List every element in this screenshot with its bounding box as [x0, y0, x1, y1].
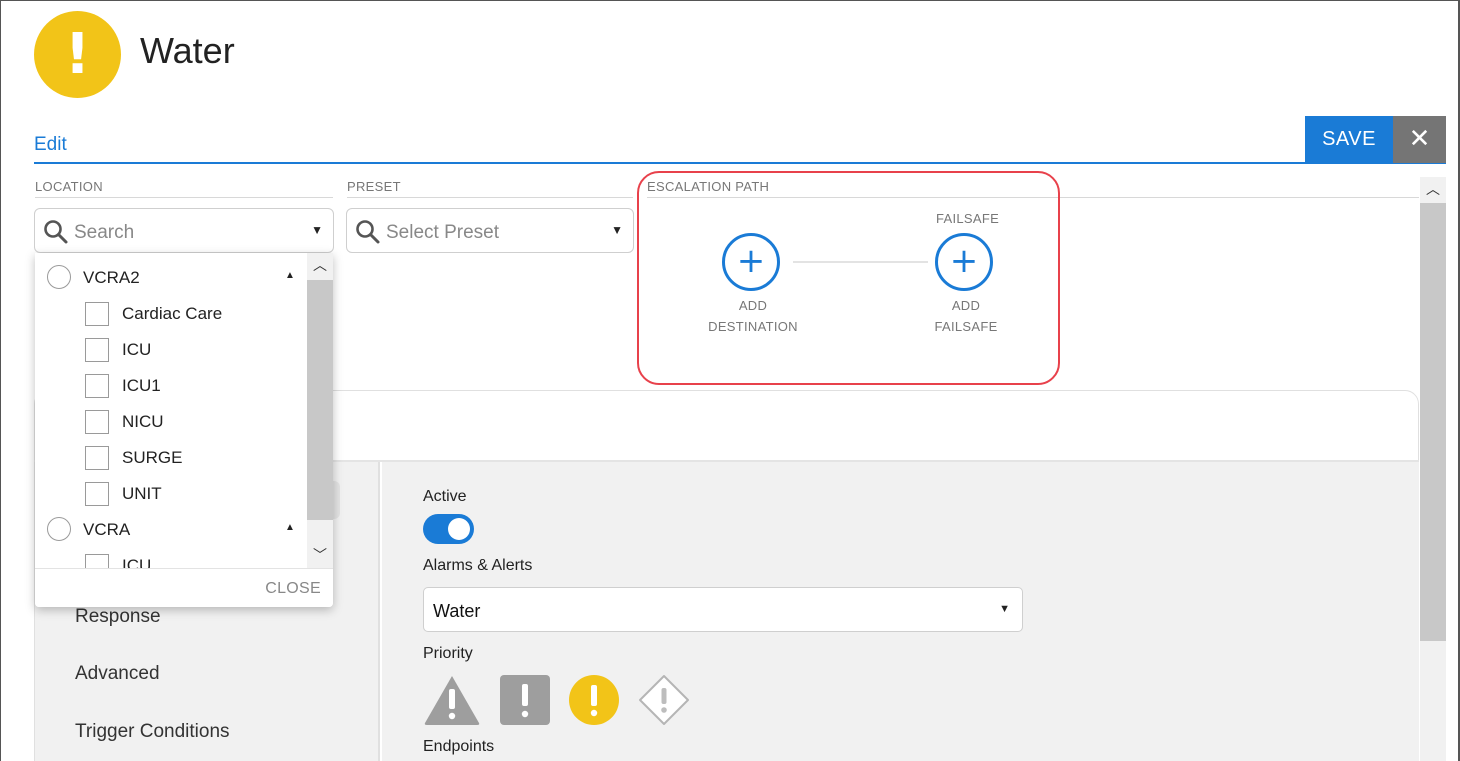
active-label: Active — [423, 488, 467, 505]
page-scrollbar[interactable]: ︿ — [1420, 177, 1446, 761]
location-item-label: ICU1 — [122, 376, 161, 395]
location-checkbox[interactable] — [85, 410, 109, 434]
dropdown-scrollbar-thumb[interactable] — [307, 280, 333, 520]
location-search-select[interactable]: Search ▼ — [34, 208, 334, 253]
tab-underline — [34, 162, 1446, 164]
dropdown-scrollbar[interactable]: ︿ ﹀ — [307, 253, 333, 568]
failsafe-header: FAILSAFE — [936, 211, 1000, 226]
plus-icon: + — [736, 241, 766, 281]
nav-item-advanced[interactable]: Advanced — [75, 663, 160, 685]
endpoints-label: Endpoints — [423, 738, 495, 755]
group-radio[interactable] — [47, 517, 71, 541]
location-item-row[interactable]: Cardiac Care — [35, 295, 305, 331]
location-checkbox[interactable] — [85, 302, 109, 326]
plus-icon: + — [949, 241, 979, 281]
location-divider — [35, 197, 333, 198]
dropdown-footer: CLOSE — [35, 568, 333, 607]
dropdown-caret-icon[interactable]: ▼ — [311, 223, 323, 237]
page-scrollbar-thumb[interactable] — [1420, 203, 1446, 641]
priority-warning-icon: ! — [34, 11, 121, 98]
preset-label: PRESET — [347, 179, 401, 194]
escalation-connector — [793, 261, 928, 263]
location-group-label: VCRA2 — [83, 268, 140, 287]
location-checkbox[interactable] — [85, 446, 109, 470]
location-checkbox[interactable] — [85, 374, 109, 398]
alarms-alerts-select[interactable]: Water ▼ — [423, 587, 1023, 632]
search-icon — [356, 220, 380, 244]
search-icon — [44, 220, 68, 244]
add-destination-caption: ADD DESTINATION — [700, 295, 806, 337]
medium-circle-icon[interactable] — [568, 674, 620, 726]
location-item-row[interactable]: UNIT — [35, 475, 305, 511]
nav-item-response[interactable]: Response — [75, 606, 161, 628]
group-radio[interactable] — [47, 265, 71, 289]
dropdown-caret-icon[interactable]: ▼ — [999, 603, 1010, 615]
low-diamond-icon[interactable] — [638, 674, 690, 726]
tab-edit[interactable]: Edit — [34, 134, 67, 156]
add-destination-button[interactable]: + — [722, 233, 780, 291]
save-button[interactable]: SAVE — [1305, 116, 1393, 163]
preset-select[interactable]: Select Preset ▼ — [346, 208, 634, 253]
location-item-row[interactable]: SURGE — [35, 439, 305, 475]
location-item-row[interactable]: ICU — [35, 331, 305, 367]
add-failsafe-caption: ADD FAILSAFE — [926, 295, 1006, 337]
add-destination-caption-line2: DESTINATION — [708, 319, 798, 334]
alarms-alerts-value: Water — [433, 601, 481, 621]
add-destination-caption-line1: ADD — [738, 298, 768, 313]
active-toggle[interactable] — [423, 514, 474, 544]
location-item-row[interactable]: ICU — [35, 547, 305, 568]
location-item-label: UNIT — [122, 484, 162, 503]
high-square-icon[interactable] — [499, 674, 551, 726]
chevron-down-icon[interactable]: ﹀ — [307, 543, 333, 567]
dropdown-close-button[interactable]: CLOSE — [265, 580, 321, 598]
location-item-row[interactable]: ICU1 — [35, 367, 305, 403]
location-group-row[interactable]: VCRA2 ▲ — [35, 259, 305, 295]
preset-placeholder: Select Preset — [386, 222, 499, 243]
location-item-label: SURGE — [122, 448, 183, 467]
location-checkbox[interactable] — [85, 482, 109, 506]
location-checkbox[interactable] — [85, 338, 109, 362]
alarms-alerts-label: Alarms & Alerts — [423, 557, 533, 574]
dropdown-caret-icon[interactable]: ▼ — [611, 223, 623, 237]
location-group-row[interactable]: VCRA ▲ — [35, 511, 305, 547]
chevron-up-icon[interactable]: ︿ — [1420, 177, 1446, 201]
preset-divider — [347, 197, 633, 198]
critical-triangle-icon[interactable] — [423, 674, 481, 726]
close-icon[interactable]: ✕ — [1393, 116, 1446, 163]
chevron-up-icon[interactable]: ︿ — [307, 253, 333, 277]
location-group-label: VCRA — [83, 520, 131, 539]
page-title: Water — [140, 30, 235, 71]
priority-label: Priority — [423, 645, 473, 662]
location-search-placeholder: Search — [74, 222, 135, 243]
location-item-label: ICU — [122, 556, 152, 568]
location-checkbox[interactable] — [85, 554, 109, 568]
caret-up-icon[interactable]: ▲ — [285, 270, 295, 281]
location-item-label: ICU — [122, 340, 152, 359]
caret-up-icon[interactable]: ▲ — [285, 522, 295, 533]
location-dropdown: VCRA2 ▲ Cardiac Care ICU ICU1 NICU SURGE… — [35, 253, 333, 607]
location-item-label: Cardiac Care — [122, 304, 223, 323]
add-failsafe-button[interactable]: + — [935, 233, 993, 291]
location-item-label: NICU — [122, 412, 164, 431]
nav-item-trigger-conditions[interactable]: Trigger Conditions — [75, 721, 230, 743]
add-failsafe-caption-line1: ADD — [951, 298, 981, 313]
add-failsafe-caption-line2: FAILSAFE — [934, 319, 998, 334]
toggle-knob — [448, 518, 470, 540]
location-item-row[interactable]: NICU — [35, 403, 305, 439]
location-label: LOCATION — [35, 179, 103, 194]
escalation-path-highlight — [637, 171, 1060, 385]
